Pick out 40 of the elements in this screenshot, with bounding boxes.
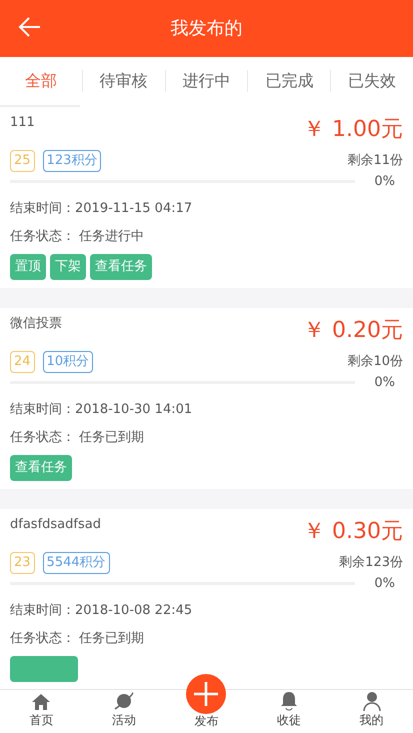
tab[interactable]: 全部 bbox=[0, 69, 82, 93]
number-tag: 25 bbox=[10, 150, 35, 172]
points-tag: 123积分 bbox=[42, 150, 102, 172]
task-title: 微信投票 bbox=[10, 315, 62, 333]
number-tag: 24 bbox=[10, 351, 35, 372]
points-tag: 10积分 bbox=[42, 351, 94, 372]
nav-item[interactable]: 我的 bbox=[330, 690, 413, 733]
back-icon[interactable] bbox=[18, 16, 42, 38]
nav-item[interactable]: 活动 bbox=[82, 690, 166, 733]
remaining-count: 剩余123份 bbox=[339, 554, 403, 572]
tab[interactable]: 待审核 bbox=[82, 69, 165, 93]
person-icon bbox=[362, 691, 382, 711]
end-time: 结束时间：2018-10-30 14:01 bbox=[10, 402, 192, 417]
number-tag: 23 bbox=[10, 552, 35, 574]
task-title: dfasfdsadfsad bbox=[10, 516, 101, 534]
task-status: 任务状态： 任务已到期 bbox=[10, 430, 144, 444]
progress-percent: 0% bbox=[374, 574, 395, 592]
progress-percent: 0% bbox=[374, 172, 395, 190]
task-status: 任务状态： 任务进行中 bbox=[10, 228, 144, 244]
task-price: ￥ 0.30元 bbox=[303, 518, 403, 546]
remaining-count: 剩余11份 bbox=[347, 152, 403, 170]
tab[interactable]: 进行中 bbox=[166, 69, 248, 93]
task-price: ￥ 1.00元 bbox=[303, 116, 403, 144]
tab[interactable]: 已完成 bbox=[248, 69, 330, 93]
nav-item[interactable]: 发布 bbox=[165, 672, 248, 733]
progress-percent: 0% bbox=[374, 374, 395, 392]
task-price: ￥ 0.20元 bbox=[303, 317, 403, 345]
bell-icon bbox=[279, 691, 300, 711]
nav-item[interactable]: 收徒 bbox=[248, 690, 330, 733]
task-status: 任务状态： 任务已到期 bbox=[10, 630, 144, 646]
points-tag: 5544积分 bbox=[42, 552, 110, 574]
home-icon bbox=[31, 693, 52, 711]
planet-icon bbox=[112, 691, 135, 711]
end-time: 结束时间：2019-11-15 04:17 bbox=[10, 201, 192, 216]
tab[interactable]: 已失效 bbox=[331, 69, 413, 93]
nav-item[interactable]: 首页 bbox=[0, 690, 83, 733]
page-title: 我发布的 bbox=[170, 17, 242, 41]
end-time: 结束时间：2018-10-08 22:45 bbox=[10, 603, 192, 618]
remaining-count: 剩余10份 bbox=[347, 353, 403, 371]
task-title: 111 bbox=[10, 114, 35, 132]
